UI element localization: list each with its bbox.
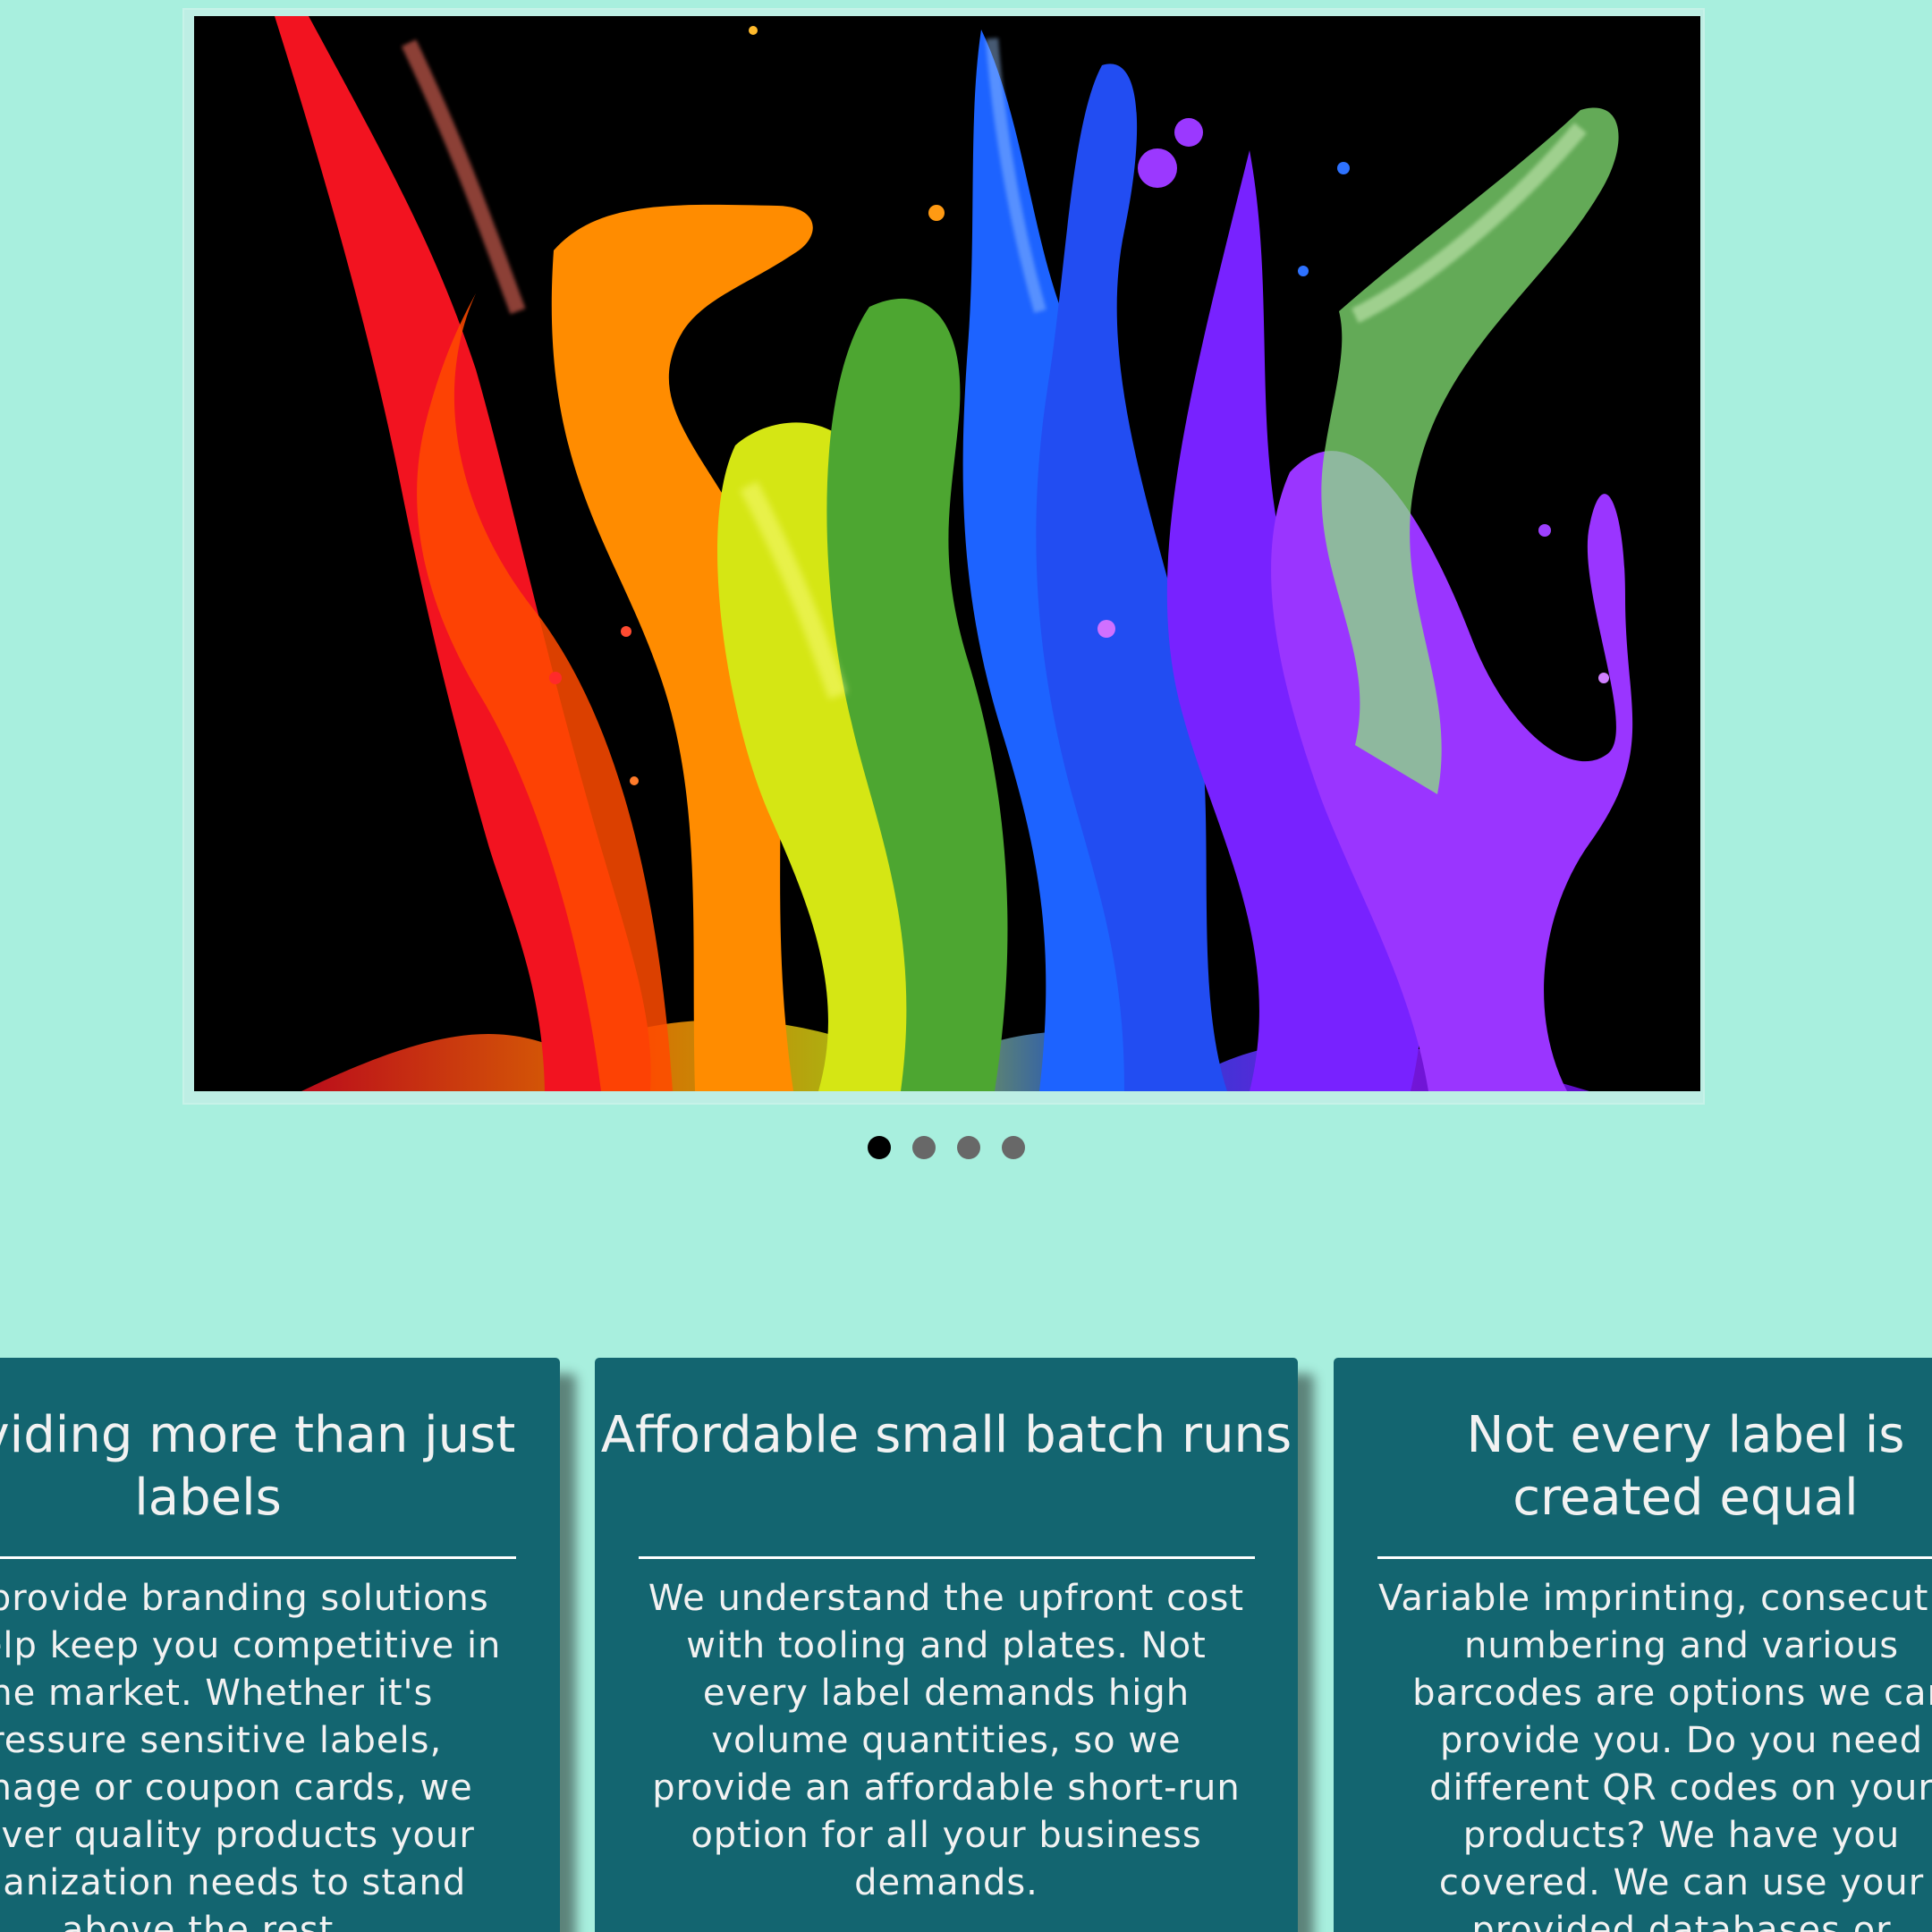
card-divider [1377, 1556, 1932, 1559]
carousel-dot-4[interactable] [1002, 1136, 1025, 1159]
card-divider [638, 1556, 1255, 1559]
feature-card-body: We understand the upfront cost with tool… [648, 1578, 1245, 1903]
feature-card-body: Variable imprinting, consecutive numberi… [1378, 1578, 1932, 1932]
carousel-dot-3[interactable] [957, 1136, 980, 1159]
carousel-pagination [868, 1136, 1025, 1159]
carousel-dot-1[interactable] [868, 1136, 891, 1159]
page: Providing more than just labels We provi… [0, 0, 1932, 1932]
feature-card-label-created-equal: Not every label is created equal Variabl… [1334, 1358, 1932, 1932]
card-divider [0, 1556, 516, 1559]
carousel-slide-image[interactable] [194, 16, 1700, 1091]
feature-card-body: We provide branding solutions to help ke… [0, 1578, 502, 1932]
feature-card-title: Affordable small batch runs [600, 1406, 1292, 1464]
carousel-dot-2[interactable] [912, 1136, 936, 1159]
feature-card-more-than-labels: Providing more than just labels We provi… [0, 1358, 560, 1932]
feature-card-title: Providing more than just labels [0, 1406, 516, 1527]
feature-card-small-batch-runs: Affordable small batch runs We understan… [595, 1358, 1298, 1932]
feature-card-title: Not every label is created equal [1466, 1406, 1905, 1527]
